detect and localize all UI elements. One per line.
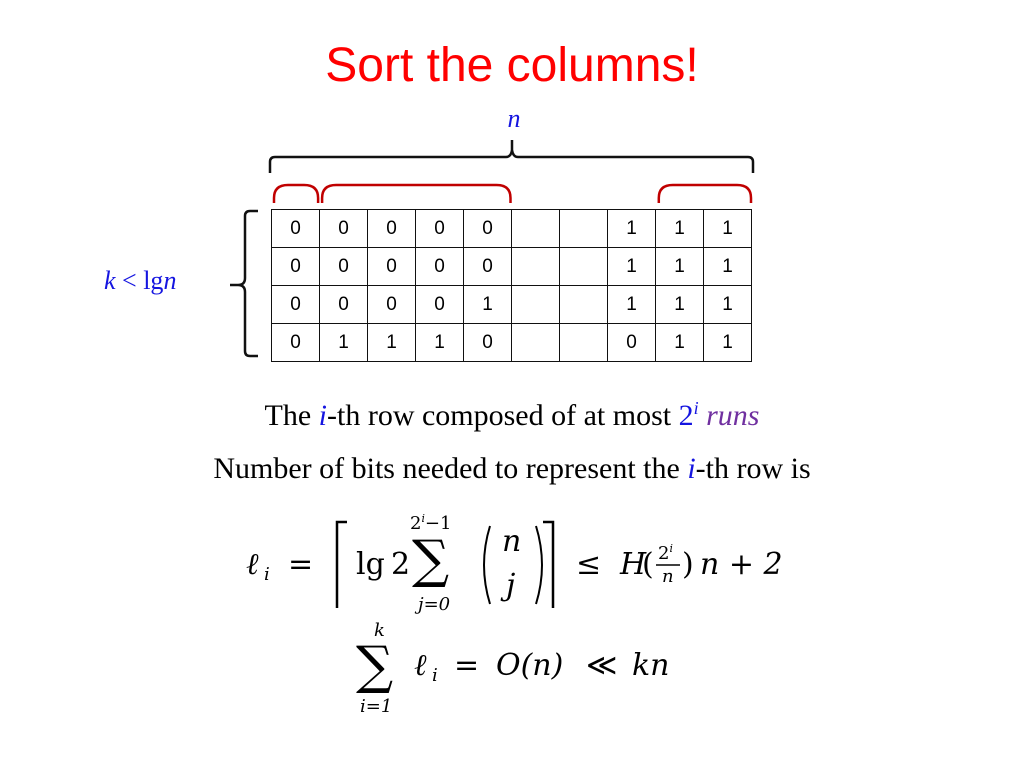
matrix-cell: 0 — [319, 285, 368, 324]
big-o: O(n) — [496, 648, 564, 683]
two: 2 — [678, 399, 694, 432]
paren-open: ( — [642, 547, 654, 582]
runs-statement: The i-th row composed of at most 2i runs — [0, 398, 1024, 433]
frac-num: 2i — [658, 542, 673, 564]
two: 2 — [391, 547, 411, 582]
matrix-row: 00000111 — [271, 209, 752, 248]
ell-sub: i — [264, 564, 270, 585]
matrix-cell: 1 — [655, 209, 704, 248]
top-brace — [268, 140, 755, 173]
matrix-cell: 1 — [703, 247, 752, 286]
matrix-cell — [511, 247, 560, 286]
matrix-cell: 0 — [271, 247, 320, 286]
k-var: k — [104, 266, 116, 295]
t: i — [669, 542, 673, 555]
text: Number of bits needed to represent the — [213, 452, 688, 485]
i-var: i — [318, 399, 327, 432]
equation-sum: k ∑ i=1 ℓ i = O(n) ≪ kn — [350, 620, 680, 720]
t: 2 — [410, 513, 422, 534]
matrix-cell: 0 — [271, 209, 320, 248]
n-var: n — [163, 266, 177, 295]
matrix-cell: 1 — [367, 323, 416, 362]
matrix-cell: 0 — [367, 209, 416, 248]
matrix-cell: 1 — [319, 323, 368, 362]
equals: = — [454, 648, 480, 683]
matrix-row: 00001111 — [271, 285, 752, 324]
matrix-cell: 0 — [319, 247, 368, 286]
ell: ℓ — [246, 547, 259, 582]
t: 2 — [658, 543, 670, 564]
matrix-cell — [511, 323, 560, 362]
k-lg-n-label: k < lgn — [104, 266, 176, 296]
lg: lg — [356, 547, 385, 582]
matrix-cell: 1 — [655, 285, 704, 324]
ceil-right — [543, 520, 555, 608]
matrix-cell: 0 — [271, 323, 320, 362]
lt-lg: < lg — [115, 266, 164, 295]
matrix-cell — [511, 285, 560, 324]
sum-lower: j=0 — [418, 594, 451, 615]
run-arc — [272, 183, 320, 203]
matrix-cell: 1 — [655, 247, 704, 286]
matrix-cell: 1 — [607, 209, 656, 248]
matrix-cell — [559, 247, 608, 286]
matrix-cell: 1 — [607, 247, 656, 286]
sigma: ∑ — [356, 636, 394, 696]
equals: = — [288, 547, 314, 582]
binom-bottom: j — [506, 568, 516, 603]
two-pow-i: 2i — [678, 398, 699, 432]
matrix-cell: 1 — [607, 285, 656, 324]
i-var: i — [687, 452, 696, 485]
matrix-cell — [559, 285, 608, 324]
matrix-cell: 1 — [463, 285, 512, 324]
matrix-cell: 0 — [319, 209, 368, 248]
sum-lower: i=1 — [360, 696, 393, 717]
frac-den: n — [662, 566, 674, 587]
run-arc — [657, 183, 753, 203]
sigma: ∑ — [412, 530, 450, 590]
matrix-cell: 0 — [463, 209, 512, 248]
matrix-row: 00000111 — [271, 247, 752, 286]
sum-upper: 2i−1 — [410, 512, 451, 534]
matrix-cell: 1 — [703, 209, 752, 248]
matrix-cell: 0 — [415, 285, 464, 324]
run-arcs — [272, 183, 753, 203]
matrix-cell: 0 — [463, 247, 512, 286]
ell: ℓ — [414, 648, 427, 683]
ceil-left — [335, 520, 347, 608]
ell-sub: i — [432, 665, 438, 686]
matrix-cell: 0 — [367, 285, 416, 324]
matrix-cell — [559, 209, 608, 248]
tail: n + 2 — [700, 547, 783, 582]
bits-statement: Number of bits needed to represent the i… — [0, 452, 1024, 486]
matrix-cell: 0 — [415, 247, 464, 286]
t: −1 — [424, 513, 452, 534]
equation-li: ℓ i = lg 2 ∑ 2i−1 j=0 n j ≤ H ( 2i n ) n… — [238, 512, 798, 622]
binom-top: n — [502, 524, 522, 559]
text: -th row composed of at most — [327, 399, 679, 432]
matrix-cell: 0 — [463, 323, 512, 362]
leq: ≤ — [576, 547, 602, 582]
matrix-cell: 0 — [367, 247, 416, 286]
kn: kn — [632, 648, 670, 683]
matrix-row: 01110011 — [271, 323, 752, 362]
left-brace — [230, 209, 258, 358]
bit-matrix: 00000111000001110000111101110011 — [271, 209, 752, 362]
text: -th row is — [695, 452, 811, 485]
text: The — [264, 399, 319, 432]
runs-word: runs — [698, 399, 760, 432]
matrix-cell: 0 — [271, 285, 320, 324]
matrix-cell: 1 — [703, 285, 752, 324]
matrix-cell — [559, 323, 608, 362]
matrix-cell: 1 — [703, 323, 752, 362]
matrix-cell: 1 — [655, 323, 704, 362]
matrix-cell: 0 — [607, 323, 656, 362]
paren-close: ) — [682, 547, 694, 582]
matrix-cell — [511, 209, 560, 248]
matrix-cell: 1 — [415, 323, 464, 362]
matrix-cell: 0 — [415, 209, 464, 248]
run-arc — [320, 183, 512, 203]
much-less: ≪ — [586, 648, 618, 683]
